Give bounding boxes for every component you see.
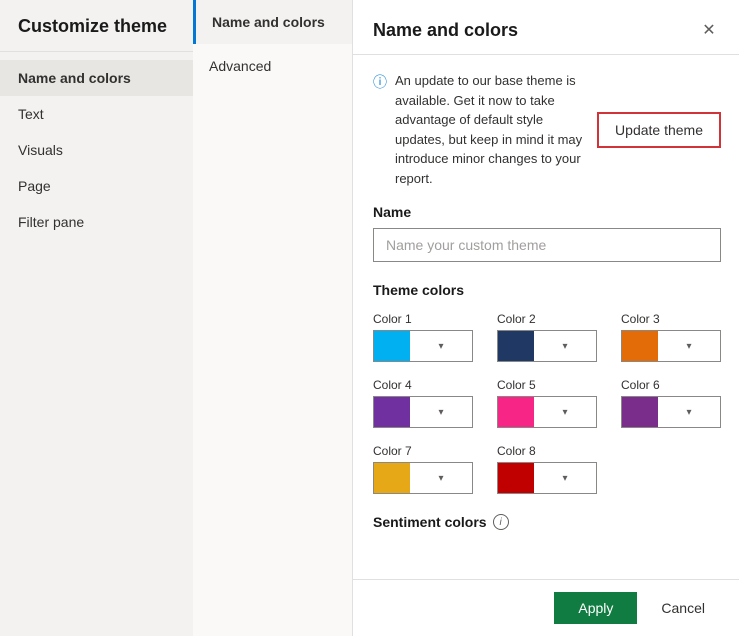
tab-advanced[interactable]: Advanced — [193, 44, 352, 88]
colors-grid: Color 1 ▾ Color 2 ▾ Color 3 ▾ — [373, 312, 721, 494]
main-footer: Apply Cancel — [353, 579, 739, 636]
color8-chevron-icon: ▾ — [534, 473, 596, 484]
color7-chevron-icon: ▾ — [410, 473, 472, 484]
color3-swatch — [622, 331, 658, 361]
color7-label: Color 7 — [373, 444, 473, 458]
color2-label: Color 2 — [497, 312, 597, 326]
color-item-1: Color 1 ▾ — [373, 312, 473, 362]
sentiment-info-icon[interactable]: i — [493, 514, 509, 530]
color3-chevron-icon: ▾ — [658, 341, 720, 352]
main-content: Name and colors ✕ ⓘ An update to our bas… — [353, 0, 739, 636]
sentiment-colors-row: Sentiment colors i — [373, 514, 721, 530]
theme-colors-label: Theme colors — [373, 282, 721, 298]
apply-button[interactable]: Apply — [554, 592, 637, 624]
color5-label: Color 5 — [497, 378, 597, 392]
color4-label: Color 4 — [373, 378, 473, 392]
color1-chevron-icon: ▾ — [410, 341, 472, 352]
color7-swatch — [374, 463, 410, 493]
sidebar-item-name-and-colors[interactable]: Name and colors — [0, 60, 193, 96]
color-item-3: Color 3 ▾ — [621, 312, 721, 362]
color1-dropdown[interactable]: ▾ — [373, 330, 473, 362]
color4-chevron-icon: ▾ — [410, 407, 472, 418]
sentiment-colors-label: Sentiment colors — [373, 514, 487, 530]
color5-chevron-icon: ▾ — [534, 407, 596, 418]
color2-dropdown[interactable]: ▾ — [497, 330, 597, 362]
color1-label: Color 1 — [373, 312, 473, 326]
color8-label: Color 8 — [497, 444, 597, 458]
color6-swatch — [622, 397, 658, 427]
color-item-7: Color 7 ▾ — [373, 444, 473, 494]
sidebar-nav: Name and colors Text Visuals Page Filter… — [0, 52, 193, 248]
color3-dropdown[interactable]: ▾ — [621, 330, 721, 362]
color6-dropdown[interactable]: ▾ — [621, 396, 721, 428]
color7-dropdown[interactable]: ▾ — [373, 462, 473, 494]
sidebar-item-page[interactable]: Page — [0, 168, 193, 204]
color8-swatch — [498, 463, 534, 493]
middle-panel: Name and colors Advanced — [193, 0, 353, 636]
tab-name-and-colors[interactable]: Name and colors — [193, 0, 352, 44]
info-icon: ⓘ — [373, 72, 387, 92]
sidebar-item-text[interactable]: Text — [0, 96, 193, 132]
color5-dropdown[interactable]: ▾ — [497, 396, 597, 428]
color6-label: Color 6 — [621, 378, 721, 392]
color4-swatch — [374, 397, 410, 427]
color5-swatch — [498, 397, 534, 427]
color4-dropdown[interactable]: ▾ — [373, 396, 473, 428]
color-item-5: Color 5 ▾ — [497, 378, 597, 428]
color6-chevron-icon: ▾ — [658, 407, 720, 418]
color-item-4: Color 4 ▾ — [373, 378, 473, 428]
color2-chevron-icon: ▾ — [534, 341, 596, 352]
sidebar-item-filter-pane[interactable]: Filter pane — [0, 204, 193, 240]
info-text: An update to our base theme is available… — [395, 71, 589, 188]
cancel-button[interactable]: Cancel — [645, 592, 721, 624]
color-item-2: Color 2 ▾ — [497, 312, 597, 362]
color-item-6: Color 6 ▾ — [621, 378, 721, 428]
color3-label: Color 3 — [621, 312, 721, 326]
sidebar-left: Customize theme Name and colors Text Vis… — [0, 0, 193, 636]
sidebar-item-visuals[interactable]: Visuals — [0, 132, 193, 168]
main-body: ⓘ An update to our base theme is availab… — [353, 55, 739, 579]
color8-dropdown[interactable]: ▾ — [497, 462, 597, 494]
main-header-title: Name and colors — [373, 20, 518, 41]
close-button[interactable]: ✕ — [697, 18, 721, 42]
update-theme-button[interactable]: Update theme — [597, 112, 721, 148]
color1-swatch — [374, 331, 410, 361]
custom-theme-name-input[interactable] — [373, 228, 721, 262]
color2-swatch — [498, 331, 534, 361]
sidebar-title: Customize theme — [0, 0, 193, 52]
color-item-8: Color 8 ▾ — [497, 444, 597, 494]
name-section-label: Name — [373, 204, 721, 220]
info-banner: ⓘ An update to our base theme is availab… — [373, 71, 721, 188]
main-header: Name and colors ✕ — [353, 0, 739, 55]
